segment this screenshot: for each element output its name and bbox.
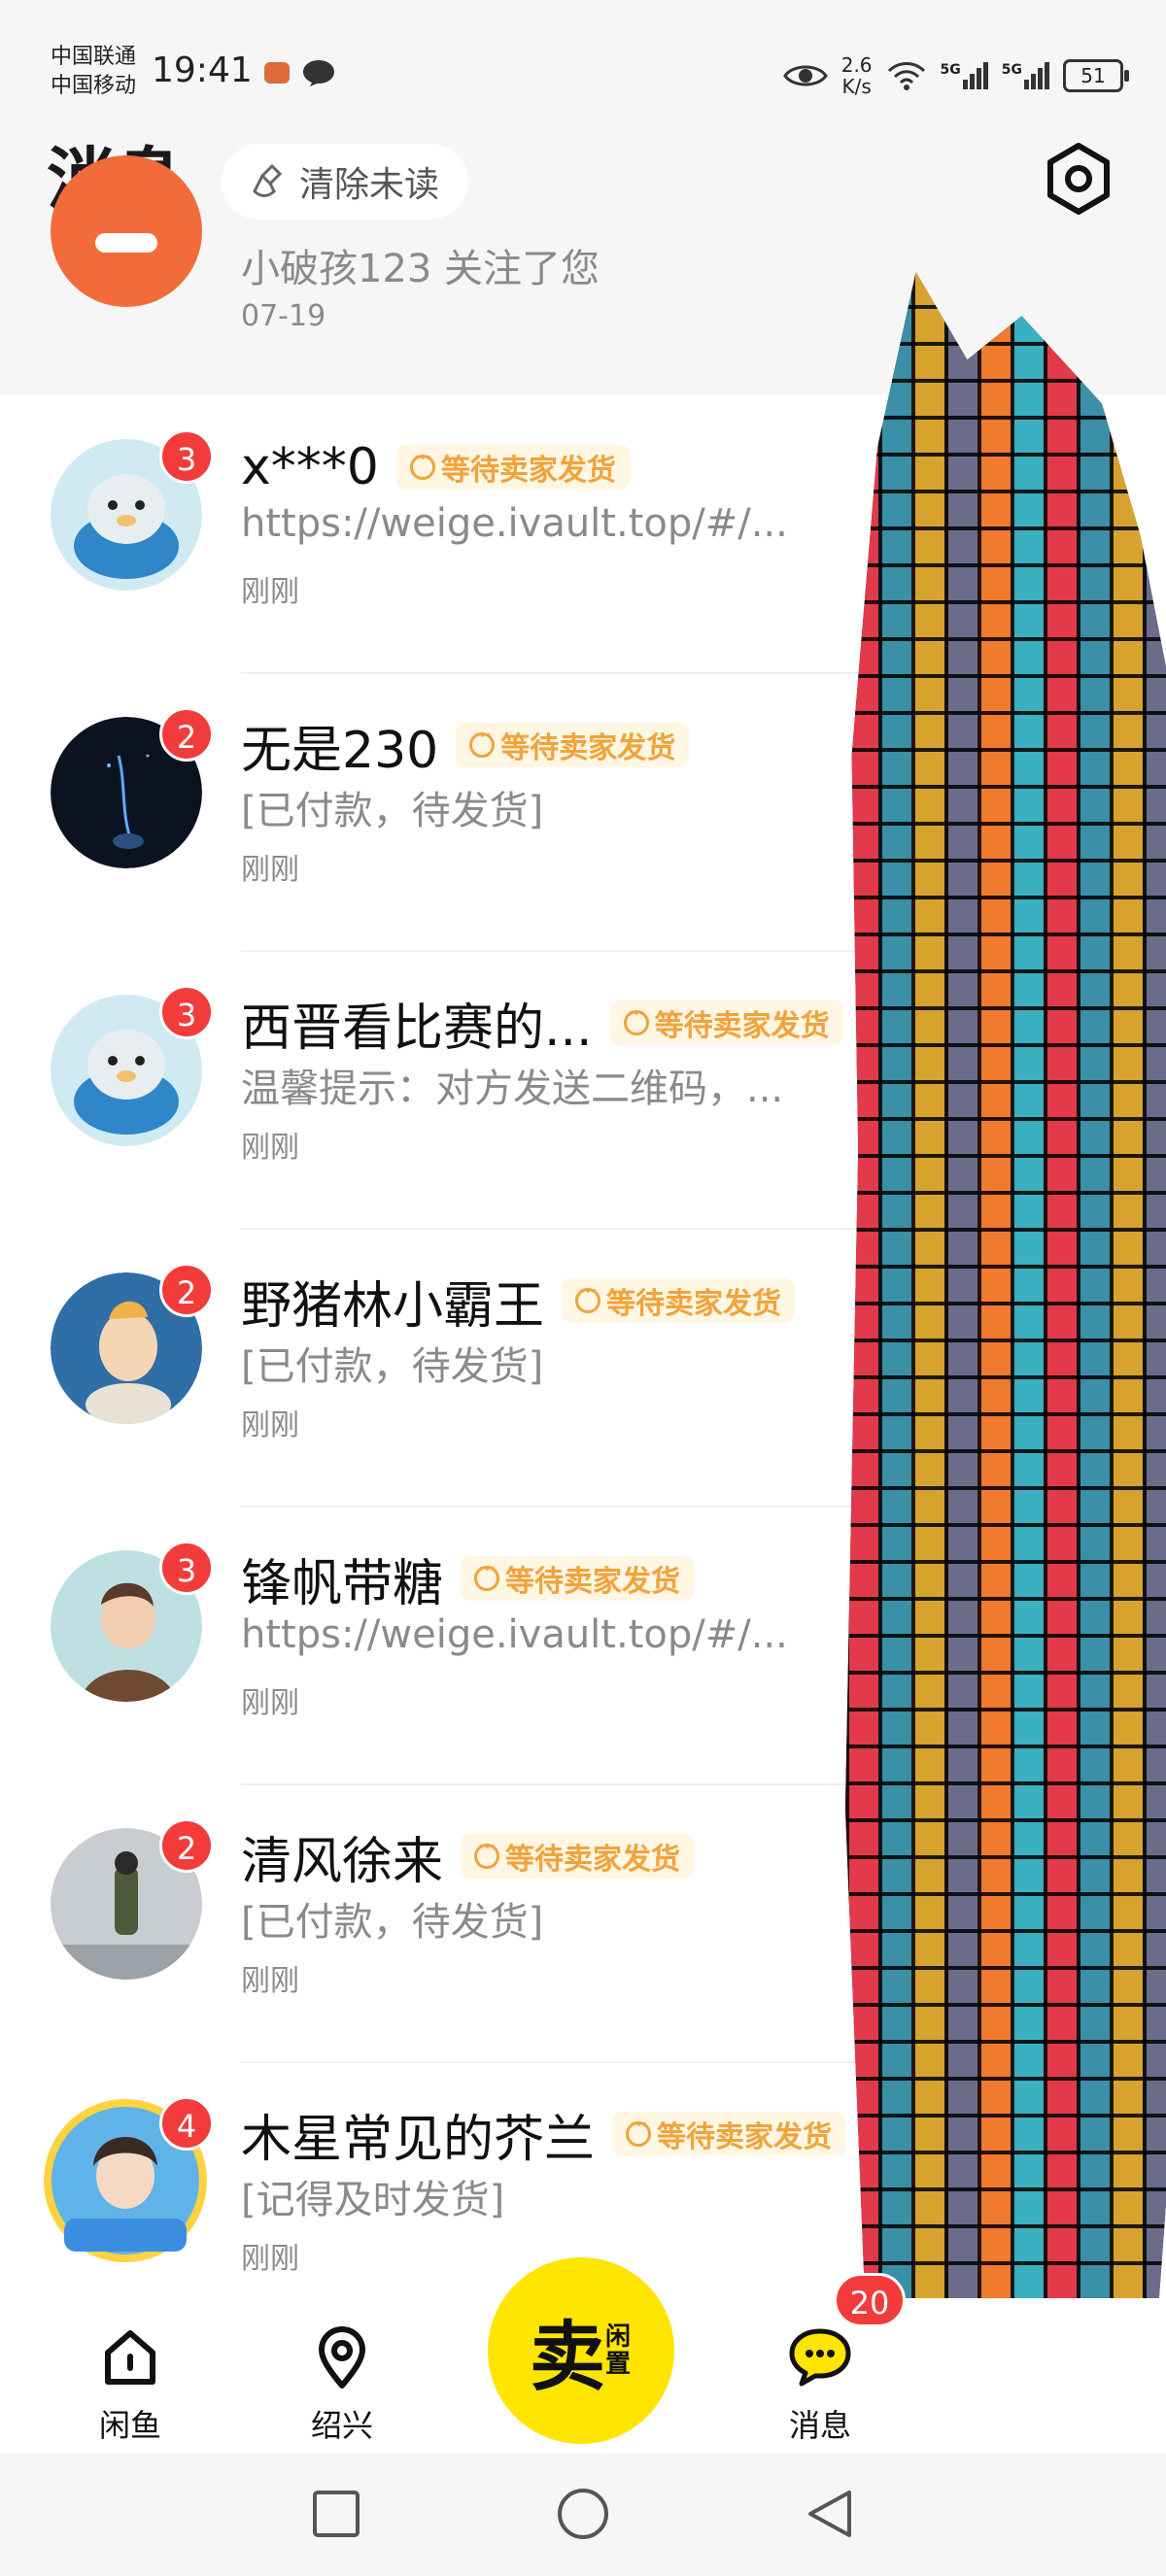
unread-badge: 3 (159, 985, 214, 1039)
conversation-item[interactable]: 2 无是230 等待卖家发货 [已付款，待发货] 刚刚 (0, 672, 1166, 950)
divider (241, 1783, 1166, 1785)
order-status-tag: 等待卖家发货 (461, 1556, 695, 1601)
avatar (51, 155, 202, 307)
message-preview: https://weige.ivault.top/#/... (241, 1612, 788, 1657)
contact-name: 野猪林小霸王 (241, 1276, 545, 1336)
conversation-item[interactable]: 2 清风徐来 等待卖家发货 [已付款，待发货] 刚刚 (0, 1783, 1166, 2061)
system-nav-bar (0, 2454, 1166, 2576)
message-preview: [已付款，待发货] (241, 1344, 544, 1389)
message-preview: [记得及时发货] (241, 2178, 505, 2222)
pending-icon (474, 1837, 500, 1869)
status-time: 19:41 (152, 51, 253, 90)
conversation-list[interactable]: 3 x***0 等待卖家发货 https://weige.ivault.top/… (0, 394, 1166, 2298)
battery-indicator: 51 (1063, 59, 1129, 92)
divider (241, 1506, 1166, 1508)
unread-badge: 2 (159, 1818, 214, 1873)
pending-icon (623, 1003, 649, 1035)
message-preview: [已付款，待发货] (241, 1900, 544, 1945)
settings-gear-icon[interactable] (1042, 142, 1115, 216)
contact-name: 清风徐来 (241, 1832, 444, 1891)
message-time: 07-19 (241, 299, 326, 333)
eye-icon (782, 65, 828, 86)
contact-name: 木星常见的芥兰 (241, 2110, 596, 2169)
home-circle-icon[interactable] (554, 2485, 612, 2543)
nav-messages-label: 消息 (788, 2407, 851, 2444)
contact-name: 锋帆带糖 (241, 1554, 444, 1613)
carrier-2: 中国移动 (51, 74, 137, 98)
pending-icon (469, 726, 496, 758)
sell-sub-label: 闲置 (605, 2322, 632, 2379)
app-notification-icon (264, 62, 290, 84)
divider (241, 950, 1166, 952)
message-preview: 温馨提示：对方发送二维码，... (241, 1067, 784, 1111)
order-status-tag: 等待卖家发货 (612, 2112, 846, 2156)
wifi-icon (887, 62, 925, 90)
message-time: 刚刚 (241, 575, 299, 609)
sell-main-label: 卖 (529, 2314, 605, 2401)
nav-messages[interactable]: 消息 (762, 2323, 878, 2446)
unread-badge: 2 (159, 707, 214, 762)
pending-icon (626, 2115, 652, 2147)
broom-icon (253, 163, 283, 197)
nav-local-label: 绍兴 (310, 2407, 373, 2444)
signal-1-icon: 5G (941, 62, 988, 89)
location-pin-icon (319, 2326, 365, 2389)
divider (241, 2061, 1166, 2063)
network-speed: 2.6 K/s (840, 53, 873, 98)
status-right: 2.6 K/s 5G 5G 51 (782, 47, 1129, 105)
clear-unread-button[interactable]: 清除未读 (222, 144, 469, 220)
pending-icon (474, 1559, 500, 1591)
recent-apps-icon[interactable] (307, 2485, 365, 2543)
contact-name: 无是230 (241, 721, 439, 780)
sell-button[interactable]: 卖 闲置 (488, 2257, 674, 2444)
unread-badge: 2 (159, 1263, 214, 1317)
message-preview: https://weige.ivault.top/#/... (241, 501, 788, 546)
message-time: 刚刚 (241, 1686, 299, 1720)
clear-unread-label: 清除未读 (299, 165, 440, 205)
order-status-tag: 等待卖家发货 (562, 1278, 796, 1323)
order-status-tag: 等待卖家发货 (609, 1000, 843, 1045)
unread-badge: 3 (159, 1541, 214, 1595)
back-triangle-icon[interactable] (801, 2485, 859, 2543)
carrier-info: 中国联通 中国移动 (51, 43, 136, 101)
chat-bubble-icon (789, 2328, 851, 2387)
pending-icon (409, 448, 435, 480)
message-time: 刚刚 (241, 1408, 299, 1442)
messages-unread-badge: 20 (834, 2273, 906, 2327)
home-icon (105, 2330, 155, 2385)
carrier-1: 中国联通 (51, 45, 137, 69)
bottom-nav: 闲鱼 绍兴 卖 闲置 消息 20 (0, 2257, 1166, 2454)
order-status-tag: 等待卖家发货 (456, 723, 690, 767)
message-time: 刚刚 (241, 2242, 299, 2276)
nav-home-label: 闲鱼 (98, 2407, 161, 2444)
message-time: 刚刚 (241, 1131, 299, 1165)
conversation-item[interactable]: 3 x***0 等待卖家发货 https://weige.ivault.top/… (0, 394, 1166, 672)
signal-2-icon: 5G (1002, 62, 1049, 89)
chat-notification-icon (303, 60, 334, 86)
nav-local[interactable]: 绍兴 (284, 2323, 400, 2446)
contact-name: x***0 (241, 438, 379, 496)
order-status-tag: 等待卖家发货 (395, 445, 630, 490)
status-bar: 中国联通 中国移动 19:41 2.6 K/s 5G 5G 51 (0, 0, 1166, 146)
unread-badge: 3 (159, 429, 214, 484)
message-time: 刚刚 (241, 1964, 299, 1998)
divider (241, 1228, 1166, 1230)
list-item-partial[interactable]: 小破孩123 关注了您 07-19 (0, 155, 1166, 394)
unread-badge: 4 (159, 2096, 214, 2151)
order-status-tag: 等待卖家发货 (461, 1834, 695, 1879)
pending-icon (575, 1281, 601, 1313)
message-preview: 小破孩123 关注了您 (241, 247, 600, 291)
conversation-item[interactable]: 3 锋帆带糖 等待卖家发货 https://weige.ivault.top/#… (0, 1506, 1166, 1783)
nav-home[interactable]: 闲鱼 (72, 2323, 189, 2446)
conversation-item[interactable]: 2 野猪林小霸王 等待卖家发货 [已付款，待发货] 刚刚 (0, 1228, 1166, 1506)
message-preview: [已付款，待发货] (241, 789, 544, 833)
conversation-item[interactable]: 3 西晋看比赛的... 等待卖家发货 温馨提示：对方发送二维码，... 刚刚 (0, 950, 1166, 1228)
contact-name: 西晋看比赛的... (241, 999, 593, 1058)
divider (241, 672, 1166, 674)
message-time: 刚刚 (241, 853, 299, 887)
